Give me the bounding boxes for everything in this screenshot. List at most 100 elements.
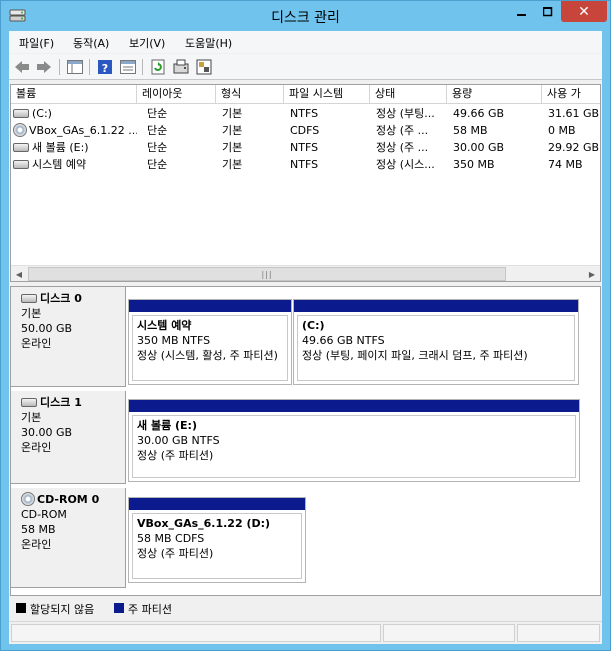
toolbar-separator [89,59,90,75]
volume-status: 정상 (주 ... [376,141,429,154]
settings-button[interactable] [195,58,213,76]
menu-file[interactable]: 파일(F) [19,35,54,51]
column-header-type[interactable]: 형식 [216,85,284,104]
partition-d[interactable]: VBox_GAs_6.1.22 (D:) 58 MB CDFS 정상 (주 파티… [128,497,306,583]
table-row[interactable]: VBox_GAs_6.1.22 ... 단순 기본 CDFS 정상 (주 ...… [11,122,600,139]
volume-status: 정상 (부팅... [376,107,435,120]
volume-filesystem: NTFS [290,107,319,120]
volume-type: 기본 [222,158,243,171]
volume-type: 기본 [222,124,243,137]
volume-layout: 단순 [147,158,168,171]
volume-capacity: 30.00 GB [453,141,505,154]
minimize-button[interactable] [509,1,535,22]
title-bar[interactable]: 디스크 관리 ✕ [1,1,610,31]
disk-1-info[interactable]: 디스크 1 기본 30.00 GB 온라인 [11,391,126,484]
column-header-status[interactable]: 상태 [370,85,447,104]
maximize-button[interactable] [535,1,561,22]
partition-detail: 49.66 GB NTFS [302,334,385,347]
partition-color-bar [294,300,578,312]
partition-name: 시스템 예약 [137,319,192,332]
back-button[interactable] [13,58,31,76]
table-row[interactable]: 시스템 예약 단순 기본 NTFS 정상 (시스... 350 MB 74 MB [11,156,600,173]
properties-icon [120,60,136,74]
cd-icon [13,123,27,137]
volume-free-space: 0 MB [548,124,576,137]
rescan-icon [173,59,189,74]
partition-system-reserved[interactable]: 시스템 예약 350 MB NTFS 정상 (시스템, 활성, 주 파티션) [128,299,292,385]
legend-unallocated-swatch [16,603,26,613]
legend-primary-label: 주 파티션 [128,603,172,616]
console-tree-icon [67,60,83,74]
status-bar [9,621,602,643]
volume-free-space: 31.61 GB [548,107,600,120]
partition-status: 정상 (부팅, 페이지 파일, 크래시 덤프, 주 파티션) [302,349,528,362]
column-header-volume[interactable]: 볼륨 [11,85,137,104]
disk-0-info[interactable]: 디스크 0 기본 50.00 GB 온라인 [11,287,126,387]
app-window: 디스크 관리 ✕ 파일(F) 동작(A) 보기(V) 도움말(H) ? 볼륨 레… [0,0,611,651]
disk-icon [21,398,37,407]
close-icon: ✕ [578,3,590,20]
partition-name: VBox_GAs_6.1.22 (D:) [137,517,271,530]
console-tree-button[interactable] [66,58,84,76]
volume-capacity: 350 MB [453,158,495,171]
volume-layout: 단순 [147,124,168,137]
disk-kind: 기본 [21,411,42,424]
close-button[interactable]: ✕ [561,1,607,22]
partition-name: 새 볼륨 (E:) [137,419,197,432]
disk-icon [21,294,37,303]
settings-icon [196,59,212,75]
partition-status: 정상 (주 파티션) [137,449,214,462]
table-row[interactable]: 새 볼륨 (E:) 단순 기본 NTFS 정상 (주 ... 30.00 GB … [11,139,600,156]
refresh-button[interactable] [149,58,167,76]
partition-status: 정상 (주 파티션) [137,547,214,560]
scrollbar-thumb[interactable]: ||| [28,267,506,281]
help-icon: ? [98,60,112,75]
scroll-left-icon[interactable]: ◀ [11,266,27,282]
scroll-right-icon[interactable]: ▶ [584,266,600,282]
status-segment [517,624,600,642]
menu-help[interactable]: 도움말(H) [185,35,232,51]
cd-icon [21,492,35,506]
volume-capacity: 49.66 GB [453,107,505,120]
menu-bar: 파일(F) 동작(A) 보기(V) 도움말(H) [9,31,602,53]
column-header-free-space[interactable]: 사용 가 [542,85,600,104]
partition-detail: 30.00 GB NTFS [137,434,220,447]
column-header-capacity[interactable]: 용량 [447,85,542,104]
toolbar-separator [142,59,143,75]
volume-layout: 단순 [147,141,168,154]
menu-action[interactable]: 동작(A) [73,35,109,51]
volume-name: 시스템 예약 [32,158,87,171]
cdrom-0-info[interactable]: CD-ROM 0 CD-ROM 58 MB 온라인 [11,488,126,588]
partition-name: (C:) [302,319,325,332]
disk-kind: CD-ROM [21,508,67,521]
horizontal-scrollbar[interactable]: ◀ ||| ▶ [11,265,600,281]
volume-capacity: 58 MB [453,124,488,137]
volume-list[interactable]: 볼륨 레이아웃 형식 파일 시스템 상태 용량 사용 가 (C:) 단순 기본 … [10,84,601,282]
column-header-layout[interactable]: 레이아웃 [137,85,216,104]
back-icon [15,61,29,73]
volume-name: 새 볼륨 (E:) [32,141,89,154]
maximize-icon [543,6,553,16]
volume-filesystem: NTFS [290,158,319,171]
partition-c[interactable]: (C:) 49.66 GB NTFS 정상 (부팅, 페이지 파일, 크래시 덤… [293,299,579,385]
volume-name: VBox_GAs_6.1.22 ... [29,124,137,137]
partition-status: 정상 (시스템, 활성, 주 파티션) [137,349,278,362]
menu-view[interactable]: 보기(V) [129,35,165,51]
partition-e[interactable]: 새 볼륨 (E:) 30.00 GB NTFS 정상 (주 파티션) [128,399,580,482]
legend-unallocated-label: 할당되지 않음 [30,603,95,616]
legend-primary-swatch [114,603,124,613]
help-button[interactable]: ? [96,58,114,76]
forward-button[interactable] [35,58,53,76]
rescan-button[interactable] [172,58,190,76]
refresh-icon [151,59,165,75]
properties-button[interactable] [119,58,137,76]
table-row[interactable]: (C:) 단순 기본 NTFS 정상 (부팅... 49.66 GB 31.61… [11,105,600,122]
column-header-filesystem[interactable]: 파일 시스템 [284,85,370,104]
drive-icon [13,109,29,118]
volume-free-space: 29.92 GB [548,141,600,154]
legend: 할당되지 않음 주 파티션 [10,598,601,618]
toolbar-separator [59,59,60,75]
status-segment [383,624,515,642]
disk-name: 디스크 1 [40,396,82,409]
disk-state: 온라인 [21,337,52,350]
